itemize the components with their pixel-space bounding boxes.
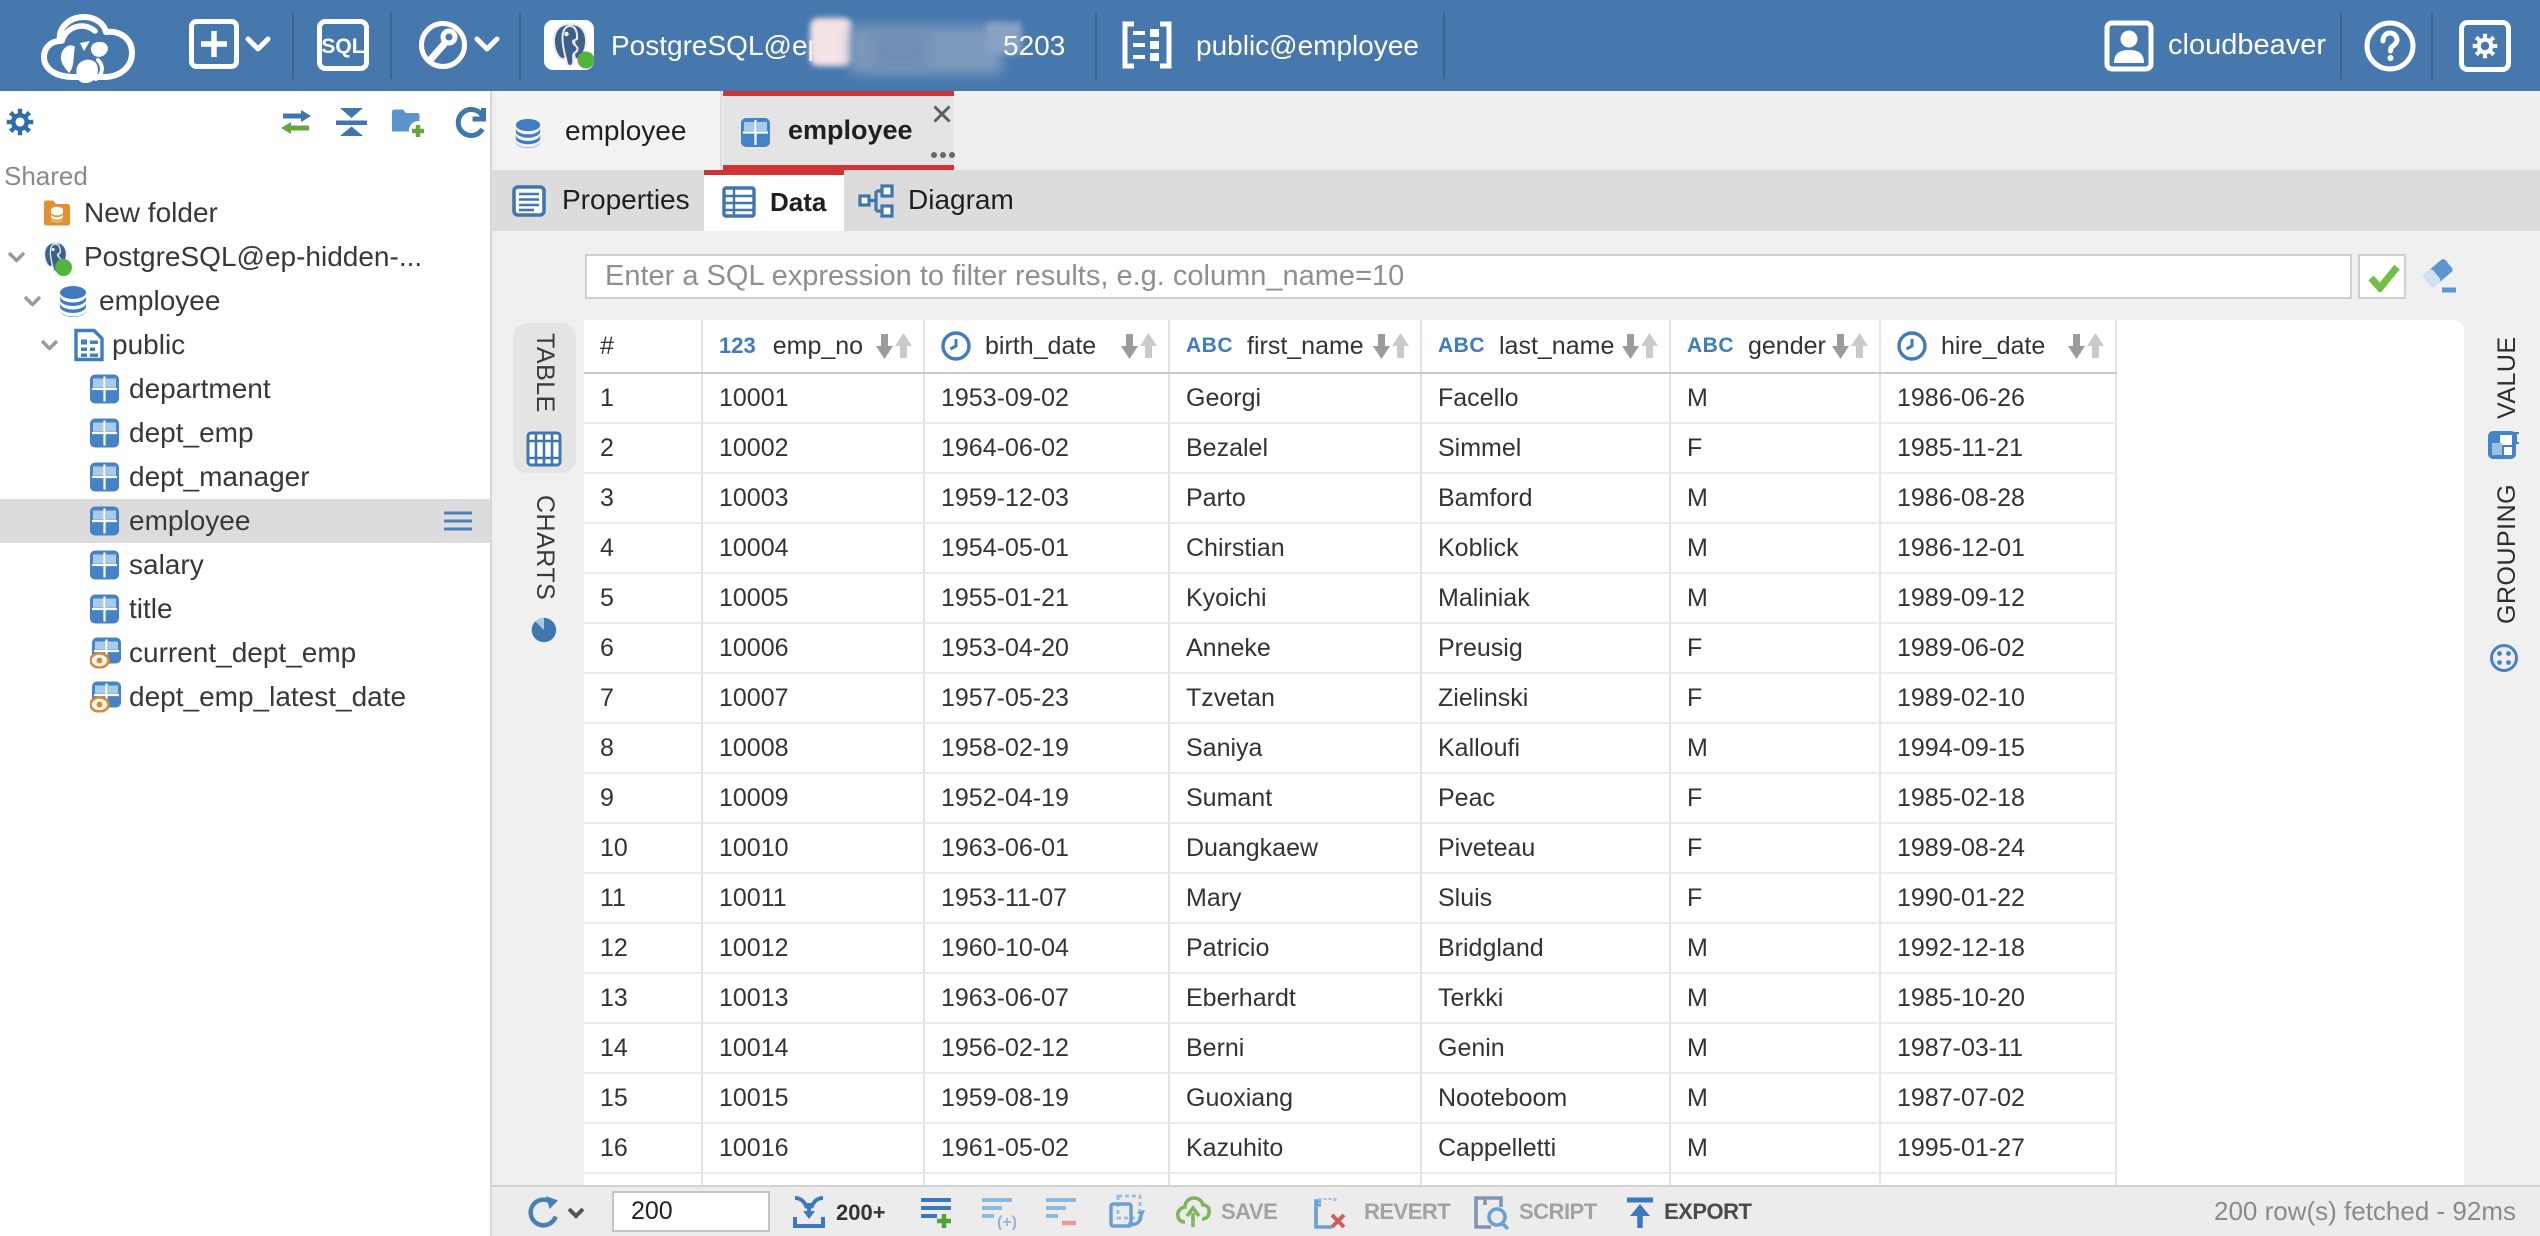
svg-text:SQL: SQL (321, 35, 364, 58)
svg-text:(+): (+) (997, 1214, 1016, 1230)
